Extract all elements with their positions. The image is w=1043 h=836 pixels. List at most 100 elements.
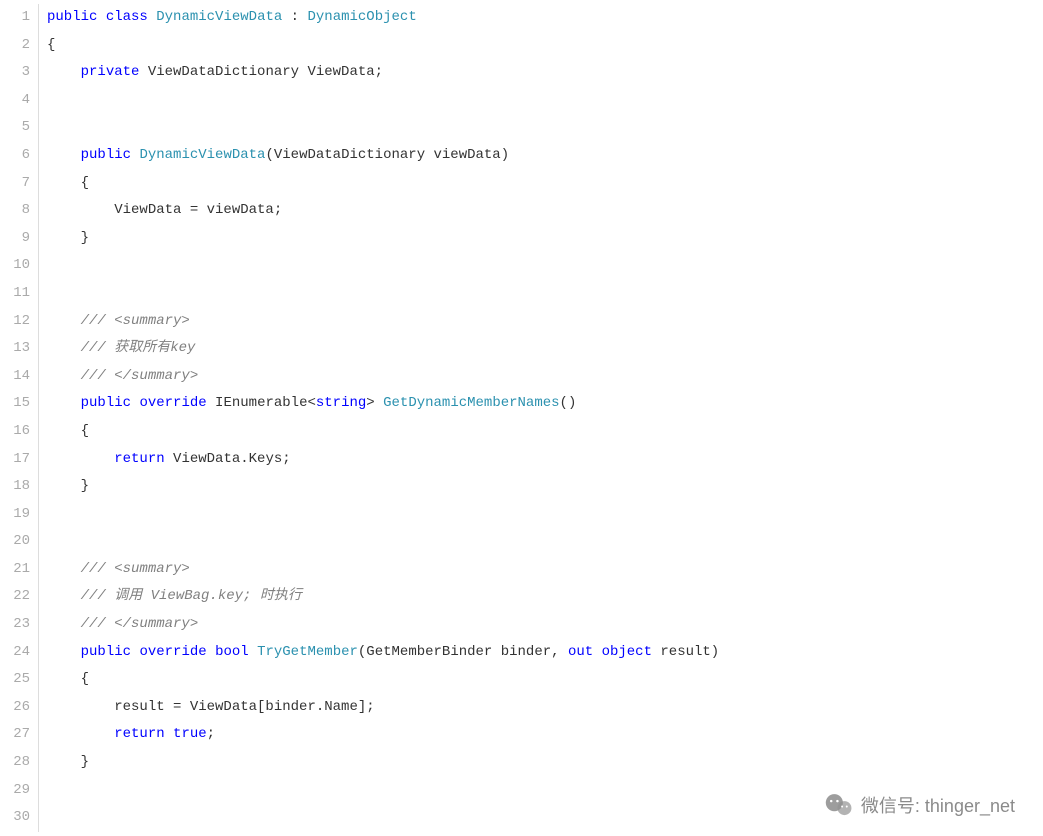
- code-token: [47, 340, 81, 356]
- code-token: {: [47, 671, 89, 687]
- code-token: [47, 395, 81, 411]
- code-line[interactable]: /// <summary>: [47, 556, 1043, 584]
- code-token: [47, 726, 114, 742]
- code-editor-panel: 1234567891011121314151617181920212223242…: [0, 0, 1043, 836]
- line-number: 14: [0, 363, 30, 391]
- code-line[interactable]: {: [47, 170, 1043, 198]
- line-number: 17: [0, 446, 30, 474]
- line-number: 30: [0, 804, 30, 832]
- line-number: 2: [0, 32, 30, 60]
- code-token: DynamicViewData: [139, 147, 265, 163]
- code-token: (ViewDataDictionary viewData): [265, 147, 509, 163]
- code-token: ViewData.Keys;: [165, 451, 291, 467]
- line-number: 24: [0, 639, 30, 667]
- line-number: 11: [0, 280, 30, 308]
- code-line[interactable]: /// 调用 ViewBag.key; 时执行: [47, 583, 1043, 611]
- code-token: }: [47, 230, 89, 246]
- code-token: public: [47, 9, 97, 25]
- code-token: [148, 9, 156, 25]
- line-number: 19: [0, 501, 30, 529]
- code-token: [47, 588, 81, 604]
- code-token: </summary>: [114, 368, 198, 384]
- code-line[interactable]: public override IEnumerable<string> GetD…: [47, 390, 1043, 418]
- code-line[interactable]: public class DynamicViewData : DynamicOb…: [47, 4, 1043, 32]
- code-line[interactable]: public DynamicViewData(ViewDataDictionar…: [47, 142, 1043, 170]
- code-line[interactable]: [47, 252, 1043, 280]
- code-line[interactable]: }: [47, 473, 1043, 501]
- code-token: IEnumerable<: [207, 395, 316, 411]
- code-token: result): [652, 644, 719, 660]
- code-token: ///: [81, 616, 115, 632]
- code-token: (): [560, 395, 577, 411]
- code-token: (GetMemberBinder binder,: [358, 644, 568, 660]
- code-line[interactable]: [47, 114, 1043, 142]
- code-token: GetDynamicMemberNames: [383, 395, 559, 411]
- code-token: ViewData = viewData;: [47, 202, 282, 218]
- code-token: out: [568, 644, 593, 660]
- code-line[interactable]: result = ViewData[binder.Name];: [47, 694, 1043, 722]
- code-token: string: [316, 395, 366, 411]
- code-token: return: [114, 726, 164, 742]
- code-line[interactable]: [47, 501, 1043, 529]
- code-line[interactable]: /// <summary>: [47, 308, 1043, 336]
- line-number: 9: [0, 225, 30, 253]
- code-token: ///: [81, 368, 115, 384]
- code-token: public: [81, 644, 131, 660]
- code-line[interactable]: {: [47, 666, 1043, 694]
- code-token: {: [47, 423, 89, 439]
- code-line[interactable]: }: [47, 749, 1043, 777]
- code-line[interactable]: [47, 280, 1043, 308]
- code-token: bool: [215, 644, 249, 660]
- code-token: [47, 147, 81, 163]
- code-line[interactable]: }: [47, 225, 1043, 253]
- code-line[interactable]: [47, 528, 1043, 556]
- line-number: 20: [0, 528, 30, 556]
- code-token: <summary>: [114, 561, 190, 577]
- code-token: [47, 368, 81, 384]
- code-token: /// 获取所有key: [81, 340, 196, 356]
- code-line[interactable]: return ViewData.Keys;: [47, 446, 1043, 474]
- code-line[interactable]: {: [47, 32, 1043, 60]
- code-token: }: [47, 478, 89, 494]
- line-number: 4: [0, 87, 30, 115]
- code-token: [249, 644, 257, 660]
- code-token: [593, 644, 601, 660]
- line-number: 18: [0, 473, 30, 501]
- code-line[interactable]: {: [47, 418, 1043, 446]
- line-number: 26: [0, 694, 30, 722]
- code-token: [47, 616, 81, 632]
- code-token: /// 调用 ViewBag.key; 时执行: [81, 588, 302, 604]
- code-token: [47, 644, 81, 660]
- code-token: TryGetMember: [257, 644, 358, 660]
- code-line[interactable]: return true;: [47, 721, 1043, 749]
- code-line[interactable]: /// 获取所有key: [47, 335, 1043, 363]
- code-line[interactable]: /// </summary>: [47, 611, 1043, 639]
- code-token: :: [282, 9, 307, 25]
- line-number: 25: [0, 666, 30, 694]
- code-line[interactable]: ViewData = viewData;: [47, 197, 1043, 225]
- code-line[interactable]: [47, 87, 1043, 115]
- code-token: [47, 64, 81, 80]
- line-number: 15: [0, 390, 30, 418]
- watermark-label: 微信号: thinger_net: [861, 792, 1015, 818]
- line-number: 29: [0, 777, 30, 805]
- code-token: result = ViewData[binder.Name];: [47, 699, 375, 715]
- code-line[interactable]: public override bool TryGetMember(GetMem…: [47, 639, 1043, 667]
- code-token: object: [602, 644, 652, 660]
- code-token: [207, 644, 215, 660]
- code-token: }: [47, 754, 89, 770]
- code-content-area[interactable]: public class DynamicViewData : DynamicOb…: [38, 4, 1043, 832]
- code-token: [47, 561, 81, 577]
- code-token: public: [81, 395, 131, 411]
- line-number: 5: [0, 114, 30, 142]
- code-token: public: [81, 147, 131, 163]
- wechat-watermark: 微信号: thinger_net: [825, 792, 1015, 818]
- code-line[interactable]: private ViewDataDictionary ViewData;: [47, 59, 1043, 87]
- line-number: 22: [0, 583, 30, 611]
- code-token: [165, 726, 173, 742]
- line-number: 10: [0, 252, 30, 280]
- code-token: DynamicObject: [308, 9, 417, 25]
- code-line[interactable]: /// </summary>: [47, 363, 1043, 391]
- wechat-icon: [825, 793, 853, 817]
- code-token: [47, 451, 114, 467]
